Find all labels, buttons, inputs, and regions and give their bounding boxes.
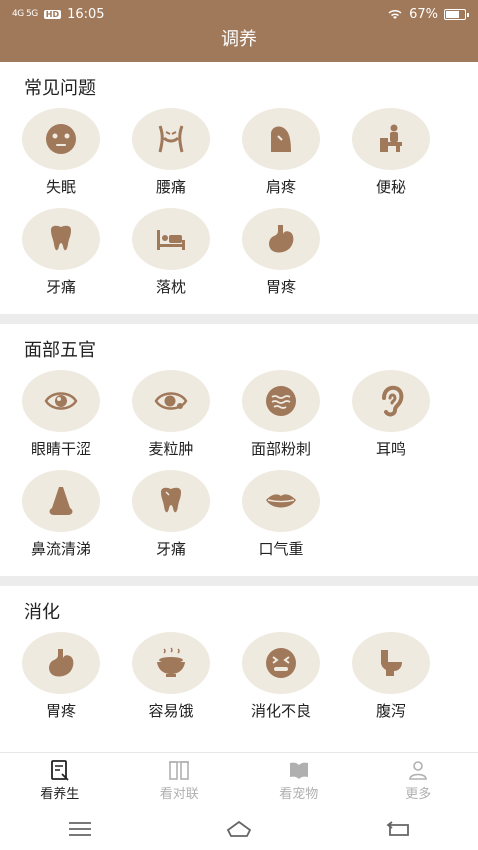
item-stomachache-2[interactable]: 胃疼 [22, 632, 132, 732]
menu-icon[interactable] [66, 818, 94, 840]
user-icon [409, 761, 428, 780]
face-acne-icon [266, 386, 296, 416]
item-stiff-neck[interactable]: 落枕 [132, 208, 242, 308]
stomach-icon [269, 225, 294, 253]
tab-label: 看养生 [40, 787, 80, 802]
item-label: 失眠 [45, 178, 76, 196]
item-insomnia[interactable]: 失眠 [22, 108, 132, 208]
item-label: 容易饿 [148, 702, 194, 720]
status-bar: 4G 5G HD 16:05 67% [0, 0, 478, 28]
nauseous-face-icon [266, 648, 296, 678]
stomach-icon [49, 649, 74, 677]
eye-swelling-icon [154, 392, 188, 410]
content-scroll[interactable]: 常见问题 失眠 腰痛 肩疼 便秘 牙痛 落枕 胃疼 面部五官 眼睛干涩 麦粒肿 … [0, 62, 478, 752]
bottom-tab-bar: 看养生 看对联 看宠物 更多 [0, 752, 478, 808]
book-icon [289, 762, 308, 779]
item-acne[interactable]: 面部粉刺 [242, 370, 352, 470]
ear-icon [382, 385, 404, 417]
item-easily-hungry[interactable]: 容易饿 [132, 632, 242, 732]
face-mask-icon [46, 124, 76, 154]
item-label: 鼻流清涕 [30, 540, 91, 558]
tab-health[interactable]: 看养生 [0, 753, 120, 808]
item-indigestion[interactable]: 消化不良 [242, 632, 352, 732]
item-constipation[interactable]: 便秘 [352, 108, 462, 208]
nose-icon [49, 487, 73, 515]
item-toothache[interactable]: 牙痛 [22, 208, 132, 308]
section-title: 面部五官 [24, 340, 96, 361]
item-bad-breath[interactable]: 口气重 [242, 470, 352, 570]
shoulder-icon [271, 126, 291, 152]
battery-percent: 67% [409, 6, 438, 22]
section-divider [0, 576, 478, 586]
item-label: 耳鸣 [375, 440, 406, 458]
section-title: 消化 [24, 602, 60, 623]
section-title: 常见问题 [24, 78, 96, 99]
section-common: 常见问题 失眠 腰痛 肩疼 便秘 牙痛 落枕 胃疼 [0, 62, 478, 314]
tab-label: 看宠物 [279, 787, 319, 802]
item-label: 口气重 [258, 540, 304, 558]
toilet-person-icon [380, 124, 402, 152]
tab-label: 更多 [405, 787, 432, 802]
waist-icon [158, 125, 184, 153]
status-time: 16:05 [67, 6, 105, 22]
item-tinnitus[interactable]: 耳鸣 [352, 370, 462, 470]
item-label: 落枕 [155, 278, 186, 296]
item-label: 麦粒肿 [148, 440, 194, 458]
toilet-icon [381, 650, 402, 676]
tooth-icon [161, 487, 181, 513]
wifi-icon [388, 9, 402, 19]
food-bowl-icon [157, 647, 185, 677]
tooth-icon [51, 225, 71, 251]
tab-label: 看对联 [159, 787, 199, 802]
couplet-icon [169, 761, 190, 780]
home-icon[interactable] [225, 818, 253, 840]
item-label: 肩疼 [265, 178, 296, 196]
tab-more[interactable]: 更多 [359, 753, 478, 808]
item-label: 胃疼 [265, 278, 296, 296]
page-title: 调养 [0, 28, 478, 62]
back-icon[interactable] [384, 818, 412, 840]
item-label: 牙痛 [155, 540, 186, 558]
item-label: 胃疼 [45, 702, 76, 720]
item-stomachache[interactable]: 胃疼 [242, 208, 352, 308]
item-stye[interactable]: 麦粒肿 [132, 370, 242, 470]
item-shoulder-pain[interactable]: 肩疼 [242, 108, 352, 208]
item-label: 面部粉刺 [250, 440, 311, 458]
item-dry-eyes[interactable]: 眼睛干涩 [22, 370, 132, 470]
section-digestion: 消化 胃疼 容易饿 消化不良 腹泻 [0, 586, 478, 738]
tab-couplets[interactable]: 看对联 [120, 753, 240, 808]
system-nav-bar [0, 808, 478, 850]
item-label: 腹泻 [375, 702, 406, 720]
section-face: 面部五官 眼睛干涩 麦粒肿 面部粉刺 耳鸣 鼻流清涕 牙痛 口气重 [0, 324, 478, 576]
eye-icon [44, 392, 78, 410]
lips-icon [266, 494, 296, 508]
hd-badge: HD [43, 9, 62, 19]
network-signal: 4G 5G [12, 9, 38, 19]
item-toothache-2[interactable]: 牙痛 [132, 470, 242, 570]
item-runny-nose[interactable]: 鼻流清涕 [22, 470, 132, 570]
battery-icon [444, 8, 469, 20]
item-label: 眼睛干涩 [30, 440, 91, 458]
document-icon [50, 760, 69, 781]
bed-icon [157, 230, 185, 250]
item-back-pain[interactable]: 腰痛 [132, 108, 242, 208]
item-label: 消化不良 [250, 702, 311, 720]
item-label: 牙痛 [45, 278, 76, 296]
tab-pets[interactable]: 看宠物 [239, 753, 359, 808]
item-label: 便秘 [375, 178, 406, 196]
item-diarrhea[interactable]: 腹泻 [352, 632, 462, 732]
item-label: 腰痛 [155, 178, 186, 196]
section-divider [0, 314, 478, 324]
